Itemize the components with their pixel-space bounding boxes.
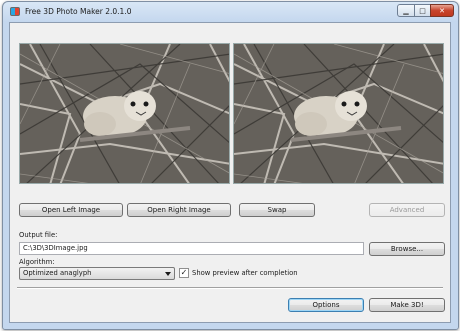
algorithm-selected-value: Optimized anaglyph [23, 269, 92, 277]
algorithm-select[interactable]: Optimized anaglyph [19, 267, 175, 280]
maximize-button[interactable]: □ [414, 4, 431, 17]
minimize-button[interactable]: ▁ [397, 4, 415, 17]
app-window: Free 3D Photo Maker 2.0.1.0 ▁ □ ✕ Open L… [2, 1, 459, 330]
advanced-button[interactable]: Advanced [369, 203, 445, 217]
show-preview-label[interactable]: Show preview after completion [192, 269, 298, 277]
algorithm-label: Algorithm: [19, 258, 55, 266]
open-left-image-button[interactable]: Open Left Image [19, 203, 123, 217]
swap-button[interactable]: Swap [239, 203, 315, 217]
app-3d-icon [10, 7, 20, 16]
chevron-down-icon [165, 272, 171, 276]
title-bar[interactable]: Free 3D Photo Maker 2.0.1.0 ▁ □ ✕ [3, 2, 458, 22]
left-image-preview [19, 43, 230, 184]
options-button[interactable]: Options [288, 298, 364, 312]
right-photo [234, 44, 443, 183]
browse-button[interactable]: Browse... [369, 242, 445, 256]
output-file-input[interactable]: C:\3D\3DImage.jpg [19, 242, 364, 255]
output-file-label: Output file: [19, 231, 58, 239]
make-3d-button[interactable]: Make 3D! [369, 298, 445, 312]
divider [17, 287, 443, 289]
close-button[interactable]: ✕ [430, 4, 454, 17]
left-photo [20, 44, 229, 183]
client-area: Open Left Image Open Right Image Swap Ad… [9, 22, 451, 323]
right-image-preview [233, 43, 444, 184]
window-title: Free 3D Photo Maker 2.0.1.0 [25, 7, 132, 16]
open-right-image-button[interactable]: Open Right Image [127, 203, 231, 217]
show-preview-checkbox[interactable]: ✓ [179, 268, 189, 278]
